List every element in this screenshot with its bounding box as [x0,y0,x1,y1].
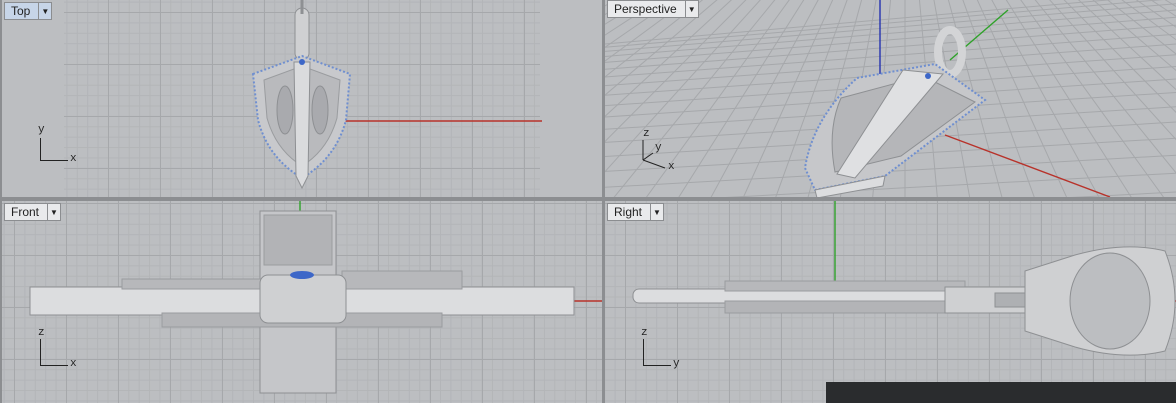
front-view-scene [29,201,602,394]
gem [925,73,931,79]
viewport-label: Right [614,205,643,219]
axis-x-label: x [70,358,77,370]
axis-z-label: z [643,128,650,140]
chevron-down-icon[interactable]: ▼ [684,1,698,17]
viewport-title-front[interactable]: Front ▼ [4,203,62,221]
chevron-down-icon[interactable]: ▼ [38,3,51,19]
chevron-down-icon[interactable]: ▼ [650,204,663,220]
axis-y-label: y [655,142,662,154]
viewport-right[interactable]: Right ▼ z y [605,201,1176,403]
overlay-bar [826,382,1176,403]
viewport-label: Front [11,205,40,219]
axis-x-label: x [668,161,675,173]
viewport-top[interactable]: Top ▼ y x [2,0,602,197]
gem [299,59,305,65]
axis-z-label: z [38,327,45,339]
axis-z-line [643,339,644,365]
chevron-down-icon[interactable]: ▼ [47,204,60,220]
axis-z-label: z [641,327,648,339]
perspective-grid-and-scene [605,0,1176,197]
sword-blade [293,61,311,190]
pendant-bail [294,7,310,61]
axis-x-label: x [70,153,77,165]
axis-x-line [40,365,68,366]
gem [290,271,314,279]
axis-y-line [40,138,41,160]
viewport-title-top[interactable]: Top ▼ [4,2,53,20]
viewport-title-right[interactable]: Right ▼ [607,203,665,221]
axis-z-line [40,339,41,365]
viewport-label: Top [11,4,31,18]
axis-y-label: y [38,124,45,136]
pendant-bail [934,26,966,78]
top-view-scene [251,0,542,190]
right-view-scene [632,201,1176,356]
viewport-front[interactable]: Front ▼ z x [2,201,602,403]
axis-y-label: y [673,358,680,370]
x-axis-line [944,134,1111,197]
axis-y-line [643,365,671,366]
viewport-perspective[interactable]: Perspective ▼ z y x [605,0,1176,197]
axis-x-line [40,160,68,161]
viewport-title-perspective[interactable]: Perspective ▼ [607,0,699,18]
viewport-label: Perspective [614,2,677,16]
